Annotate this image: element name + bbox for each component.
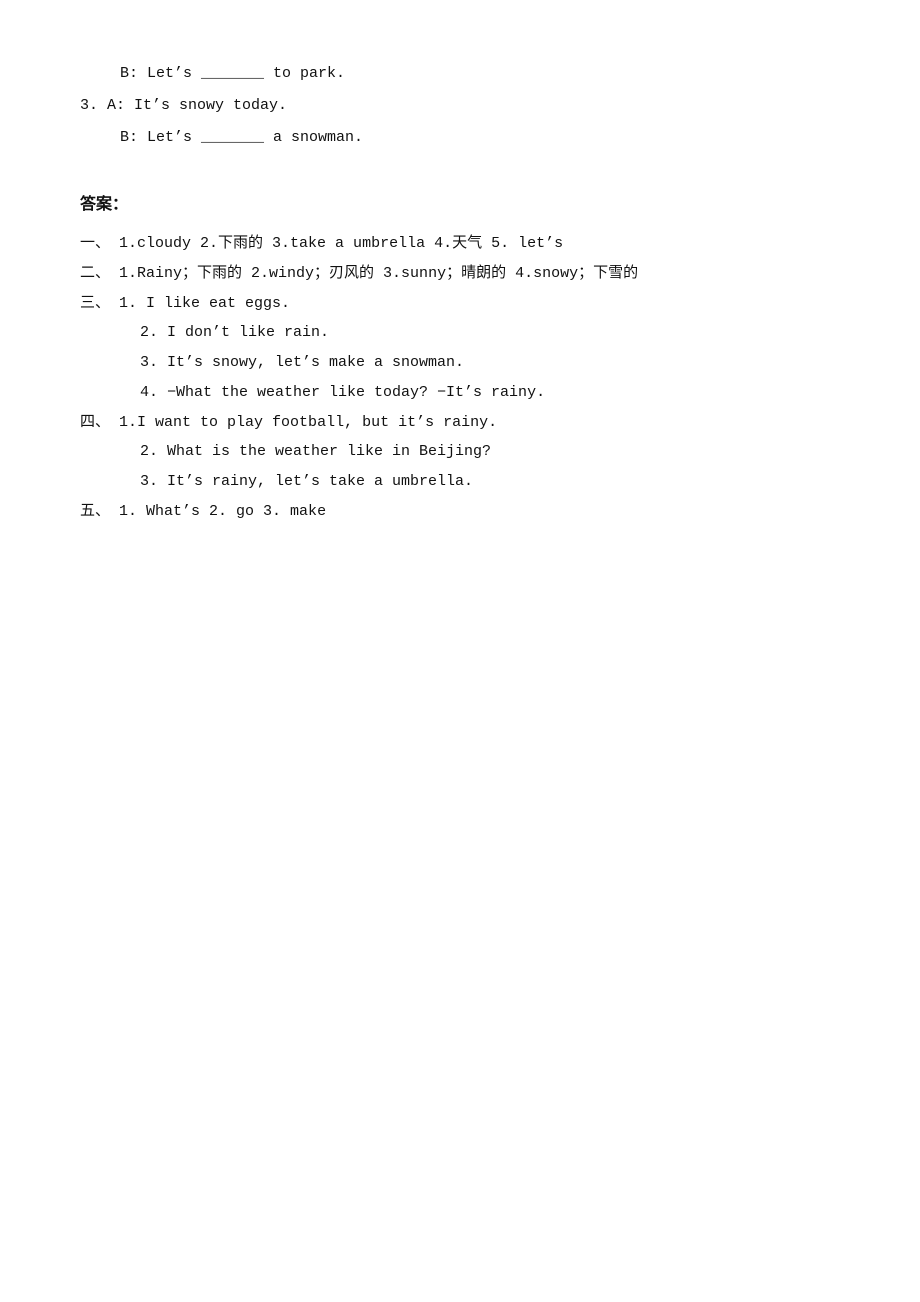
line-b-snowman: B: Let’s _______ a snowman. bbox=[120, 124, 840, 152]
er-label: 二、 bbox=[80, 265, 110, 281]
si-item-2-line: 3. It’s rainy, let’s take a umbrella. bbox=[140, 468, 840, 496]
san-item-0: 1. I like eat eggs. bbox=[119, 295, 290, 312]
yi-content: 1.cloudy 2.下雨的 3.take a umbrella 4.天气 5.… bbox=[119, 235, 563, 252]
san-item-2-line: 3. It’s snowy, let’s make a snowman. bbox=[140, 349, 840, 377]
si-item-2: 3. It’s rainy, let’s take a umbrella. bbox=[140, 473, 473, 490]
answer-si-label: 四、 1.I want to play football, but it’s r… bbox=[80, 409, 840, 437]
wu-content: 1. What’s 2. go 3. make bbox=[119, 503, 326, 520]
san-item-1: 2. I don’t like rain. bbox=[140, 324, 329, 341]
si-item-0: 1.I want to play football, but it’s rain… bbox=[119, 414, 497, 431]
answer-yi: 一、 1.cloudy 2.下雨的 3.take a umbrella 4.天气… bbox=[80, 230, 840, 258]
answer-san-label: 三、 1. I like eat eggs. bbox=[80, 290, 840, 318]
answer-er: 二、 1.Rainy；下雨的 2.windy；刃风的 3.sunny；晴朗的 4… bbox=[80, 260, 840, 288]
line-b-park: B: Let’s _______ to park. bbox=[120, 60, 840, 88]
top-partial-section: B: Let’s _______ to park. 3. A: It’s sno… bbox=[80, 60, 840, 151]
si-item-1-line: 2. What is the weather like in Beijing? bbox=[140, 438, 840, 466]
wu-label: 五、 bbox=[80, 503, 110, 519]
answers-section: 答案： 一、 1.cloudy 2.下雨的 3.take a umbrella … bbox=[80, 191, 840, 525]
answers-title: 答案： bbox=[80, 191, 840, 220]
si-label: 四、 bbox=[80, 414, 110, 430]
er-content: 1.Rainy；下雨的 2.windy；刃风的 3.sunny；晴朗的 4.sn… bbox=[119, 265, 638, 282]
yi-label: 一、 bbox=[80, 235, 110, 251]
san-item-3: 4. −What the weather like today? −It’s r… bbox=[140, 384, 545, 401]
san-label: 三、 bbox=[80, 295, 110, 311]
san-item-2: 3. It’s snowy, let’s make a snowman. bbox=[140, 354, 464, 371]
line-3-a-snowy: 3. A: It’s snowy today. bbox=[80, 92, 840, 120]
si-item-1: 2. What is the weather like in Beijing? bbox=[140, 443, 491, 460]
answer-wu: 五、 1. What’s 2. go 3. make bbox=[80, 498, 840, 526]
san-item-3-line: 4. −What the weather like today? −It’s r… bbox=[140, 379, 840, 407]
san-item-1-line: 2. I don’t like rain. bbox=[140, 319, 840, 347]
